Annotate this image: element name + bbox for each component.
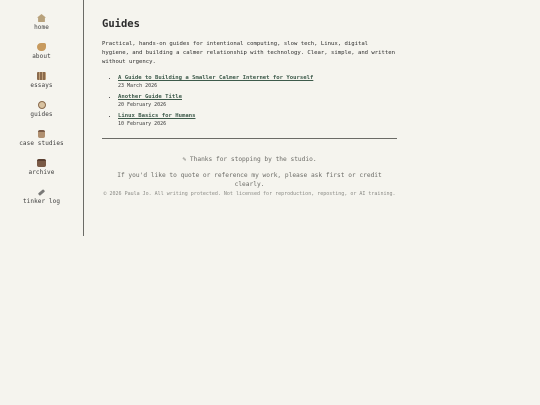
- sidebar-item-label: tinker log: [22, 198, 61, 205]
- list-item: Another Guide Title 20 February 2026: [118, 93, 398, 110]
- sidebar-item-tinker-log[interactable]: tinker log: [0, 189, 83, 220]
- guide-date: 20 February 2026: [118, 102, 167, 108]
- page-footer: ✎ Thanks for stopping by the studio. If …: [102, 155, 397, 199]
- guide-list: A Guide to Building a Smaller Calmer Int…: [102, 74, 398, 129]
- sidebar-item-label: archive: [28, 169, 55, 176]
- compass-icon: [37, 101, 46, 109]
- sidebar-item-essays[interactable]: essays: [0, 72, 83, 101]
- intro-text: Practical, hands-on guides for intention…: [102, 41, 395, 65]
- sidebar-item-home[interactable]: home: [0, 14, 83, 43]
- sidebar-item-archive[interactable]: archive: [0, 159, 83, 188]
- guide-link[interactable]: A Guide to Building a Smaller Calmer Int…: [118, 75, 313, 81]
- sidebar-item-label: essays: [30, 82, 53, 89]
- guide-date: 23 March 2026: [118, 83, 158, 89]
- case-icon: [38, 130, 45, 138]
- sidebar-item-guides[interactable]: guides: [0, 101, 83, 130]
- page-title: Guides: [102, 18, 140, 30]
- guide-link[interactable]: Linux Basics for Humans: [118, 113, 195, 119]
- quote-note: If you'd like to quote or reference my w…: [117, 172, 382, 188]
- sidebar-item-about[interactable]: about: [0, 43, 83, 72]
- wrench-icon: [37, 189, 46, 196]
- footer-divider: [102, 138, 397, 139]
- hand-icon: [37, 43, 46, 51]
- thanks-note: ✎ Thanks for stopping by the studio.: [182, 156, 317, 163]
- list-item: A Guide to Building a Smaller Calmer Int…: [118, 74, 398, 91]
- guide-date: 10 February 2026: [118, 121, 167, 127]
- main-content: Guides Practical, hands-on guides for in…: [102, 17, 398, 131]
- sidebar-item-label: guides: [30, 111, 53, 118]
- box-icon: [37, 159, 46, 167]
- sidebar-item-label: home: [34, 24, 49, 31]
- books-icon: [37, 72, 46, 80]
- sidebar-item-label: case studies: [19, 140, 64, 147]
- page-layout: home about essays guides case studies ar…: [0, 0, 540, 405]
- guide-link[interactable]: Another Guide Title: [118, 94, 182, 100]
- sidebar-item-label: about: [32, 53, 51, 60]
- sidebar-item-case-studies[interactable]: case studies: [0, 130, 83, 159]
- list-item: Linux Basics for Humans 10 February 2026: [118, 112, 398, 129]
- house-icon: [37, 14, 46, 22]
- copyright-notice: © 2026 Paula Jo. All writing protected. …: [103, 191, 396, 197]
- sidebar-nav: home about essays guides case studies ar…: [0, 0, 84, 236]
